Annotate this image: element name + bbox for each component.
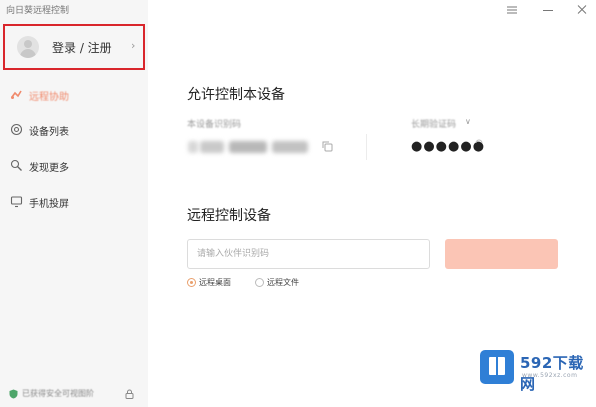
refresh-icon[interactable] bbox=[474, 139, 484, 149]
discover-icon bbox=[10, 159, 22, 171]
security-status[interactable]: 已获得安全可视图阶 bbox=[9, 387, 141, 401]
lock-icon[interactable] bbox=[125, 389, 134, 399]
watermark-logo bbox=[480, 350, 514, 384]
watermark: 592下载网 www.592xz.com bbox=[478, 348, 594, 393]
remote-file-radio[interactable]: 远程文件 bbox=[255, 277, 315, 289]
radio-label: 远程桌面 bbox=[199, 278, 231, 287]
avatar bbox=[17, 36, 39, 58]
partner-id-input[interactable] bbox=[187, 239, 430, 269]
connect-button[interactable] bbox=[445, 239, 558, 269]
chevron-right-icon: › bbox=[131, 39, 136, 52]
radio-label: 远程文件 bbox=[267, 278, 299, 287]
sidebar-item-remote-assist[interactable]: 远程协助 bbox=[0, 81, 148, 109]
shield-icon bbox=[9, 389, 18, 399]
divider bbox=[366, 134, 367, 160]
screen-cast-icon bbox=[10, 196, 23, 208]
password-label[interactable]: 长期验证码 bbox=[411, 117, 456, 130]
sidebar-item-discover-more[interactable]: 发现更多 bbox=[0, 152, 148, 180]
security-status-label: 已获得安全可视图阶 bbox=[22, 389, 94, 398]
radio-dot bbox=[187, 278, 196, 287]
devices-icon bbox=[10, 123, 23, 136]
remote-control-title: 远程控制设备 bbox=[187, 208, 271, 224]
sidebar-item-label: 手机投屏 bbox=[29, 199, 69, 210]
remote-desktop-radio[interactable]: 远程桌面 bbox=[187, 277, 247, 289]
device-id-label: 本设备识别码 bbox=[187, 120, 242, 130]
copy-icon[interactable] bbox=[322, 141, 333, 152]
sidebar-item-label: 发现更多 bbox=[29, 163, 69, 174]
chevron-down-icon[interactable]: ∨ bbox=[465, 117, 471, 126]
app-title: 向日葵远程控制 bbox=[6, 6, 70, 16]
remote-icon bbox=[11, 90, 22, 99]
login-register-button[interactable]: 登录 / 注册 › bbox=[3, 24, 145, 70]
sidebar-item-screen-cast[interactable]: 手机投屏 bbox=[0, 188, 148, 216]
sidebar: 向日葵远程控制 登录 / 注册 › 远程协助 设备列表 发现更多 手机投屏 已获… bbox=[0, 0, 148, 407]
sidebar-item-label: 设备列表 bbox=[29, 127, 69, 138]
minimize-icon[interactable] bbox=[540, 3, 556, 17]
sidebar-item-label: 远程协助 bbox=[29, 92, 69, 103]
app-window: 向日葵远程控制 登录 / 注册 › 远程协助 设备列表 发现更多 手机投屏 已获… bbox=[0, 0, 596, 407]
sidebar-item-device-list[interactable]: 设备列表 bbox=[0, 116, 148, 144]
allow-control-title: 允许控制本设备 bbox=[187, 87, 285, 103]
watermark-url: www.592xz.com bbox=[522, 372, 578, 379]
radio-dot bbox=[255, 278, 264, 287]
menu-icon[interactable] bbox=[504, 3, 520, 17]
close-icon[interactable] bbox=[574, 3, 590, 17]
login-label: 登录 / 注册 bbox=[52, 41, 112, 55]
